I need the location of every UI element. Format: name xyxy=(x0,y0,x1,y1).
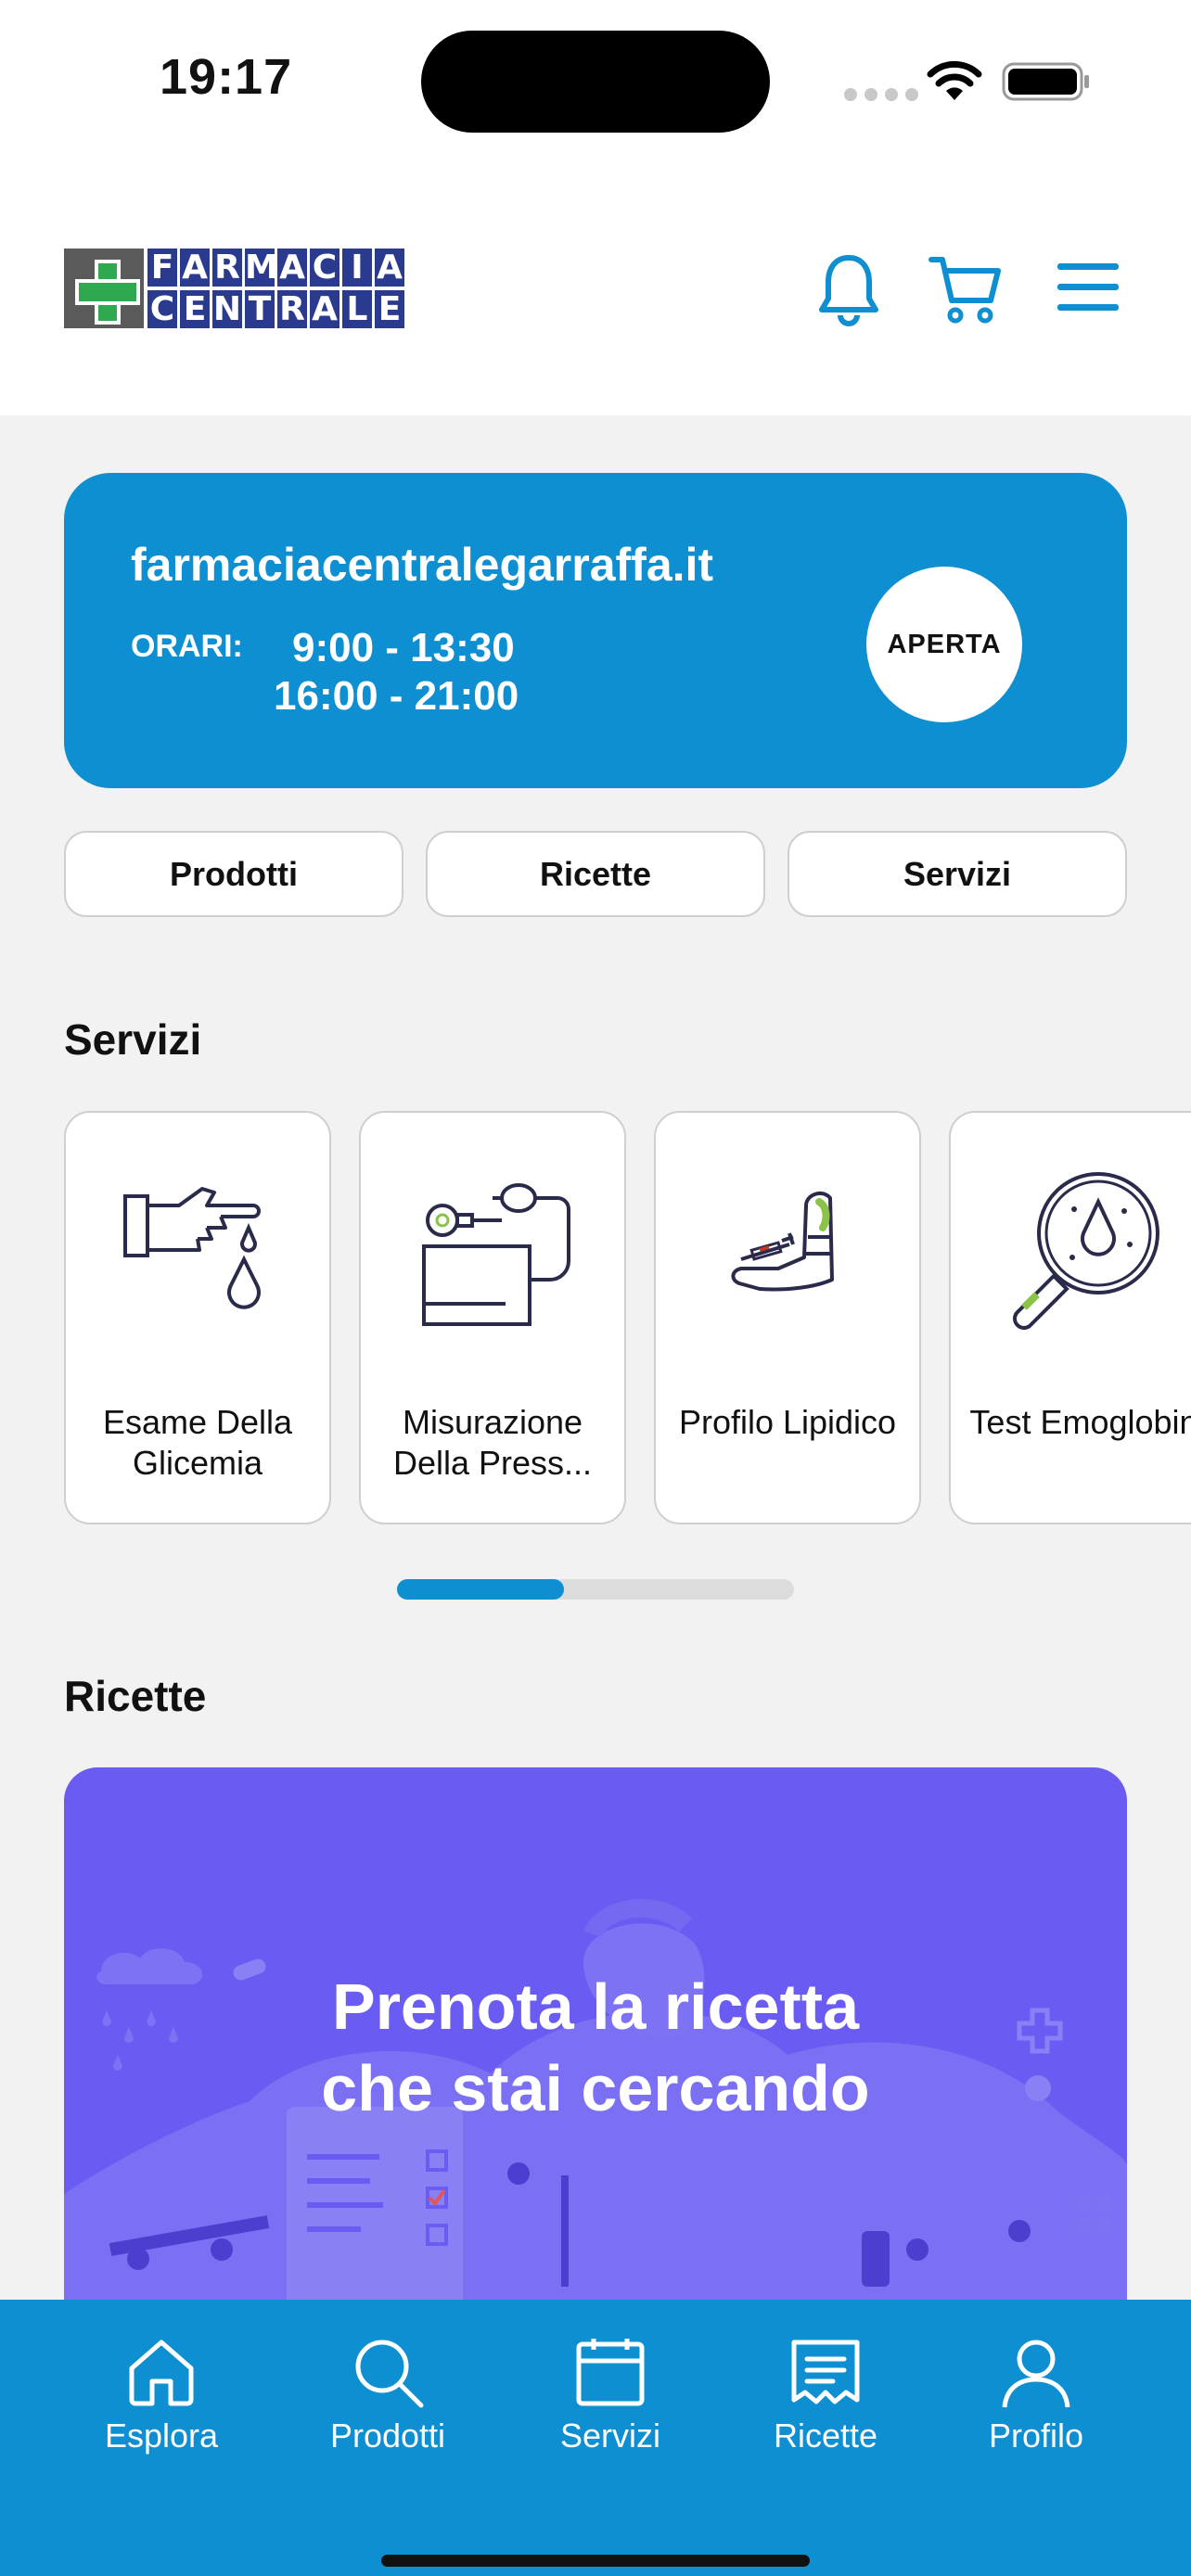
dynamic-island xyxy=(421,31,770,133)
promo-title-line1: Prenota la ricetta xyxy=(332,1970,859,2043)
logo-wordmark: FARMACIA CENTRALE xyxy=(147,249,404,328)
cart-icon[interactable] xyxy=(928,252,1002,326)
lipid-profile-icon xyxy=(731,1191,834,1292)
service-label: Esame Della Glicemia xyxy=(102,1403,293,1482)
recipe-promo-banner[interactable]: Prenota la ricetta che stai cercando xyxy=(64,1767,1127,2305)
wifi-icon xyxy=(927,60,982,100)
app-header: FARMACIA CENTRALE xyxy=(0,176,1191,415)
scroll-thumb[interactable] xyxy=(397,1579,564,1600)
bottom-tab-bar: Esplora Prodotti Servizi Ricette Profilo xyxy=(0,2300,1191,2576)
home-icon xyxy=(129,2340,194,2406)
pharmacy-cross-icon xyxy=(64,249,144,328)
pharmacy-logo[interactable]: FARMACIA CENTRALE xyxy=(64,249,404,328)
services-section-title: Servizi xyxy=(64,1015,202,1064)
tab-label: Ricette xyxy=(773,2417,878,2455)
home-indicator xyxy=(381,2555,810,2567)
bell-icon[interactable] xyxy=(816,252,881,326)
glucose-test-icon xyxy=(123,1187,261,1309)
tab-esplora[interactable]: Esplora xyxy=(69,2335,254,2455)
status-time: 19:17 xyxy=(160,49,293,105)
pharmacy-info-card[interactable]: farmaciacentralegarraffa.it ORARI: 9:00 … xyxy=(64,473,1127,788)
service-label: Test Emoglobin... xyxy=(969,1403,1191,1441)
service-label: Profilo Lipidico xyxy=(678,1403,897,1441)
tab-ricette[interactable]: Ricette xyxy=(733,2335,918,2455)
recipes-button[interactable]: Ricette xyxy=(426,831,765,917)
status-bar: 19:17 xyxy=(0,0,1191,176)
products-button[interactable]: Prodotti xyxy=(64,831,403,917)
tab-label: Profilo xyxy=(988,2417,1084,2455)
open-status-badge: APERTA xyxy=(866,567,1022,722)
tab-prodotti[interactable]: Prodotti xyxy=(295,2335,480,2455)
receipt-icon xyxy=(791,2340,860,2404)
website-link[interactable]: farmaciacentralegarraffa.it xyxy=(131,538,713,592)
tab-servizi[interactable]: Servizi xyxy=(518,2335,703,2455)
service-card-hemoglobin[interactable]: Test Emoglobin... xyxy=(949,1111,1191,1524)
service-label: Misurazione Della Press... xyxy=(392,1403,593,1482)
blood-pressure-icon xyxy=(422,1183,570,1326)
tab-label: Prodotti xyxy=(329,2417,446,2455)
tab-label: Esplora xyxy=(104,2417,219,2455)
service-card-lipid[interactable]: Profilo Lipidico xyxy=(654,1111,921,1524)
cellular-signal-icon xyxy=(844,88,918,101)
menu-icon[interactable] xyxy=(1056,261,1121,313)
services-scroll-indicator[interactable] xyxy=(397,1579,794,1600)
hours-morning: 9:00 - 13:30 xyxy=(292,625,515,670)
hemoglobin-test-icon xyxy=(1013,1172,1159,1330)
recipes-section-title: Ricette xyxy=(64,1672,207,1720)
battery-icon xyxy=(1002,62,1089,101)
services-button[interactable]: Servizi xyxy=(788,831,1127,917)
hours-afternoon: 16:00 - 21:00 xyxy=(274,673,519,719)
promo-title: Prenota la ricetta che stai cercando xyxy=(64,1966,1127,2129)
calendar-icon xyxy=(576,2339,645,2406)
service-card-glucose[interactable]: Esame Della Glicemia xyxy=(64,1111,331,1524)
service-card-blood-pressure[interactable]: Misurazione Della Press... xyxy=(359,1111,626,1524)
tab-profilo[interactable]: Profilo xyxy=(943,2335,1129,2455)
tab-label: Servizi xyxy=(559,2417,661,2455)
search-icon xyxy=(355,2340,424,2408)
user-icon xyxy=(1002,2340,1070,2408)
hours-label: ORARI: xyxy=(131,629,243,664)
promo-title-line2: che stai cercando xyxy=(321,2052,870,2124)
